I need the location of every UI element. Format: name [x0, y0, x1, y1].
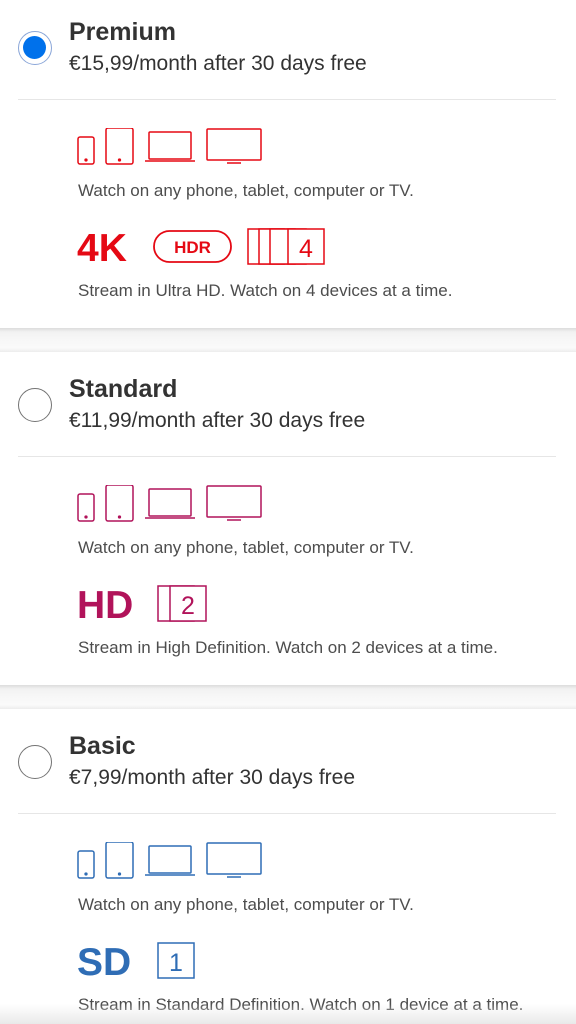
plan-card-standard[interactable]: Standard €11,99/month after 30 days free…	[0, 352, 576, 685]
plan-name: Standard	[69, 375, 178, 403]
radio-selected-dot	[23, 36, 46, 59]
tablet-icon	[105, 128, 134, 165]
radio-button-standard[interactable]	[18, 388, 52, 422]
devices-description: Watch on any phone, tablet, computer or …	[78, 181, 414, 200]
laptop-icon	[145, 131, 195, 162]
tv-icon	[206, 128, 262, 164]
phone-icon	[77, 850, 95, 879]
screens-count: 2	[181, 592, 195, 620]
phone-icon	[77, 136, 95, 165]
quality-label-4k: 4K	[77, 227, 127, 269]
stream-description: Stream in Ultra HD. Watch on 4 devices a…	[78, 281, 453, 300]
quality-label-hd: HD	[77, 584, 133, 626]
plan-selection-page: Premium €15,99/month after 30 days free …	[0, 0, 576, 1024]
plan-price: €11,99/month after 30 days free	[69, 409, 366, 432]
plan-separator	[0, 685, 576, 709]
divider	[18, 456, 556, 457]
tablet-icon	[105, 485, 134, 522]
plan-separator	[0, 328, 576, 352]
plan-header-premium[interactable]: Premium €15,99/month after 30 days free	[0, 0, 576, 80]
screens-count: 1	[169, 949, 183, 977]
plan-name: Premium	[69, 18, 176, 46]
phone-icon	[77, 493, 95, 522]
quality-badges: SD 1	[77, 941, 195, 983]
tv-icon	[206, 842, 262, 878]
plan-header-standard[interactable]: Standard €11,99/month after 30 days free	[0, 352, 576, 432]
tablet-icon	[105, 842, 134, 879]
hdr-label: HDR	[174, 238, 211, 257]
plan-price: €7,99/month after 30 days free	[69, 766, 356, 789]
quality-badges: HD 2	[77, 584, 207, 626]
plan-card-premium[interactable]: Premium €15,99/month after 30 days free …	[0, 0, 576, 328]
devices-icons	[77, 128, 267, 168]
screens-count: 4	[299, 235, 313, 263]
quality-row: 4K HDR 4	[77, 225, 337, 269]
divider	[18, 813, 556, 814]
plan-price: €15,99/month after 30 days free	[69, 52, 367, 75]
plan-name: Basic	[69, 732, 136, 760]
radio-button-basic[interactable]	[18, 745, 52, 779]
laptop-icon	[145, 488, 195, 519]
devices-description: Watch on any phone, tablet, computer or …	[78, 895, 414, 914]
quality-label-sd: SD	[77, 941, 131, 983]
quality-row: SD 1	[77, 939, 227, 983]
devices-description: Watch on any phone, tablet, computer or …	[78, 538, 414, 557]
radio-button-premium[interactable]	[18, 31, 52, 65]
tv-icon	[206, 485, 262, 521]
devices-icons	[77, 842, 267, 882]
laptop-icon	[145, 845, 195, 876]
bottom-fade	[0, 1004, 576, 1024]
plan-header-basic[interactable]: Basic €7,99/month after 30 days free	[0, 709, 576, 789]
quality-row: HD 2	[77, 582, 227, 626]
divider	[18, 99, 556, 100]
quality-badges: 4K HDR 4	[77, 227, 325, 269]
devices-icons	[77, 485, 267, 525]
stream-description: Stream in High Definition. Watch on 2 de…	[78, 638, 498, 657]
plan-card-basic[interactable]: Basic €7,99/month after 30 days free Wat…	[0, 709, 576, 1024]
